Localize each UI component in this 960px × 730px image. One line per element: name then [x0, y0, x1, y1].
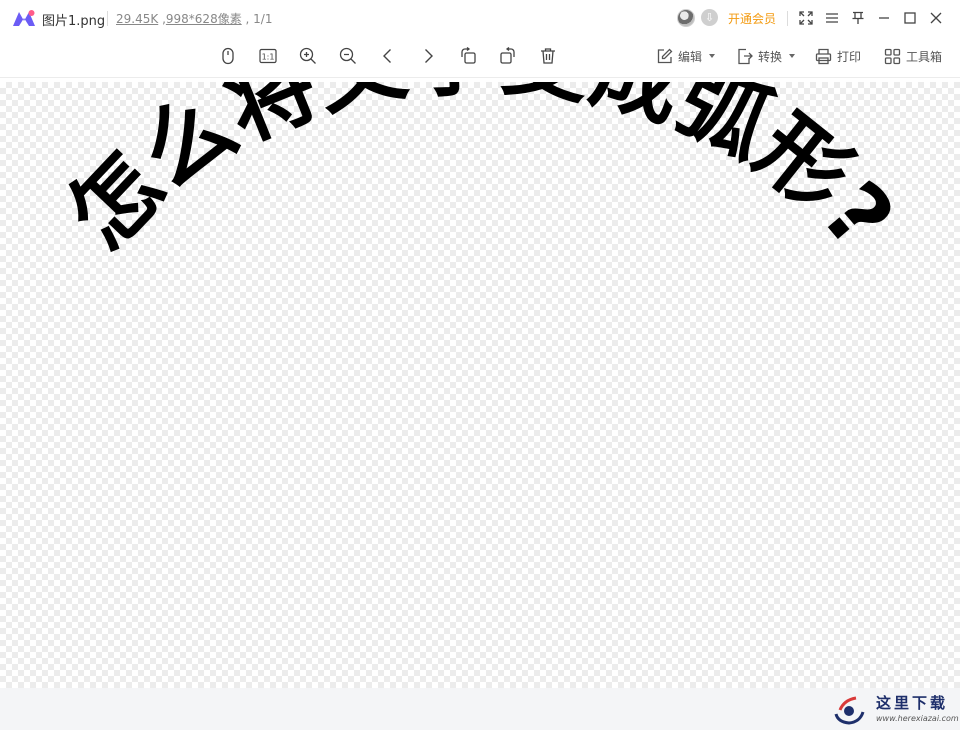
rotate-right-button[interactable] — [496, 44, 520, 68]
edit-label: 编辑 — [678, 49, 703, 64]
file-size: 29.45K — [116, 12, 159, 26]
pin-button[interactable] — [848, 8, 868, 28]
watermark-url: www.herexiazai.com — [876, 714, 959, 723]
file-meta: 29.45K ,998*628像素 , 1/1 — [116, 12, 273, 26]
maximize-icon — [904, 12, 916, 24]
chevron-right-icon — [425, 49, 433, 63]
fullscreen-button[interactable] — [796, 8, 816, 28]
mouse-mode-button[interactable] — [216, 44, 240, 68]
toolbar: 1:1 编辑 转换 打印 工具箱 — [0, 36, 960, 78]
watermark: 这里下载 www.herexiazai.com — [832, 690, 959, 728]
minimize-icon — [879, 17, 889, 19]
edit-menu-button[interactable]: 编辑 — [656, 44, 716, 68]
arc-text: 怎么将文字变成弧形? — [48, 82, 914, 268]
trash-icon — [541, 48, 555, 64]
zoom-in-button[interactable] — [296, 44, 320, 68]
printer-icon — [815, 48, 832, 64]
toolbox-label: 工具箱 — [906, 49, 943, 64]
app-logo-icon — [13, 10, 35, 26]
chevron-down-icon — [789, 54, 796, 58]
zoom-in-icon — [299, 47, 316, 64]
watermark-title: 这里下载 — [876, 694, 949, 712]
mouse-icon — [222, 47, 234, 65]
toolbox-button[interactable]: 工具箱 — [884, 44, 942, 68]
print-button[interactable]: 打印 — [815, 44, 861, 68]
arc-text-image: 怎么将文字变成弧形? — [48, 82, 914, 268]
chevron-down-icon — [709, 54, 716, 58]
title-bar: 图片1.png 29.45K ,998*628像素 , 1/1 ⇩ 开通会员 — [0, 0, 960, 36]
rotate-left-icon — [461, 47, 476, 64]
rotate-left-button[interactable] — [456, 44, 480, 68]
menu-button[interactable] — [822, 8, 842, 28]
maximize-button[interactable] — [900, 8, 920, 28]
zoom-out-button[interactable] — [336, 44, 360, 68]
divider — [107, 11, 108, 26]
next-image-button[interactable] — [416, 44, 440, 68]
rotate-right-icon — [500, 47, 515, 64]
close-button[interactable] — [926, 8, 946, 28]
displayed-image: 怎么将文字变成弧形? — [48, 82, 914, 268]
zoom-out-icon — [339, 47, 356, 64]
open-vip-link[interactable]: 开通会员 — [728, 10, 776, 27]
page-index: 1/1 — [253, 12, 273, 26]
user-avatar[interactable] — [677, 9, 695, 27]
divider — [787, 11, 788, 26]
watermark-logo-icon — [834, 696, 865, 725]
chevron-left-icon — [383, 49, 391, 63]
toolbox-icon — [884, 48, 901, 64]
print-label: 打印 — [837, 49, 862, 64]
convert-label: 转换 — [758, 49, 783, 64]
previous-image-button[interactable] — [376, 44, 400, 68]
fullscreen-icon — [799, 11, 813, 25]
vip-badge-icon: ⇩ — [701, 9, 718, 26]
image-canvas[interactable]: 怎么将文字变成弧形? — [0, 82, 960, 688]
delete-button[interactable] — [536, 44, 560, 68]
close-icon — [930, 12, 942, 24]
minimize-button[interactable] — [874, 8, 894, 28]
actual-size-button[interactable]: 1:1 — [256, 44, 280, 68]
file-name: 图片1.png — [42, 14, 106, 29]
image-dimensions: 998*628像素 — [165, 12, 242, 26]
actual-size-glyph: 1:1 — [262, 53, 275, 62]
menu-icon — [826, 13, 838, 23]
pin-icon — [852, 11, 864, 24]
actual-size-icon: 1:1 — [259, 48, 277, 64]
convert-menu-button[interactable]: 转换 — [736, 44, 796, 68]
bottom-strip — [0, 688, 960, 730]
convert-icon — [738, 48, 753, 64]
edit-icon — [657, 48, 673, 63]
